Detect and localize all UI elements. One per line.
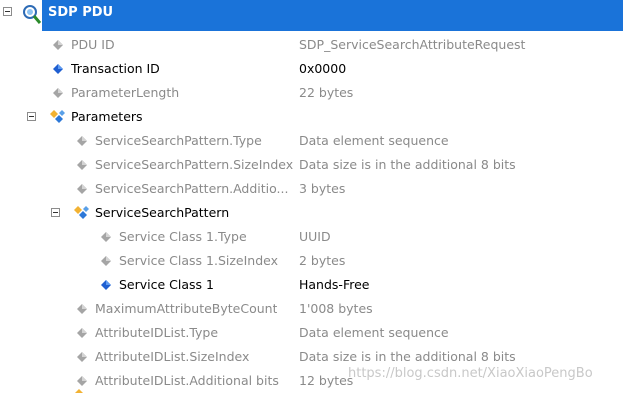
tree-row-service-class-sizeindex[interactable]: Service Class 1.SizeIndex 2 bytes [0, 249, 623, 273]
header-underline [42, 28, 623, 31]
tree-row-service-search-pattern[interactable]: ServiceSearchPattern [0, 201, 623, 225]
row-name: Service Class 1 [119, 277, 214, 292]
row-value: Data element sequence [299, 325, 449, 340]
field-diamond-icon [77, 184, 87, 194]
row-name: AttributeIDList.SizeIndex [95, 349, 250, 364]
field-diamond-icon [53, 64, 63, 74]
row-name: ServiceSearchPattern.SizeIndex [95, 157, 294, 172]
tree-row-ssp-type[interactable]: ServiceSearchPattern.Type Data element s… [0, 129, 623, 153]
tree-row-parameter-length[interactable]: ParameterLength 22 bytes [0, 81, 623, 105]
field-diamond-icon [77, 328, 87, 338]
row-value: Data size is in the additional 8 bits [299, 157, 516, 172]
tree-row-ssp-sizeindex[interactable]: ServiceSearchPattern.SizeIndex Data size… [0, 153, 623, 177]
row-name: ServiceSearchPattern [95, 205, 230, 220]
field-diamond-icon [101, 280, 111, 290]
row-name: Parameters [71, 109, 143, 124]
field-diamond-icon [77, 304, 87, 314]
row-name: Service Class 1.Type [119, 229, 247, 244]
field-diamond-icon [53, 40, 63, 50]
row-value: Hands-Free [299, 277, 370, 292]
row-value: 3 bytes [299, 181, 346, 196]
row-name: ServiceSearchPattern.Type [95, 133, 262, 148]
row-value: 22 bytes [299, 85, 354, 100]
group-icon [74, 206, 89, 219]
tree-row-ssp-additional[interactable]: ServiceSearchPattern.Additio... 3 bytes [0, 177, 623, 201]
collapse-toggle[interactable] [3, 7, 12, 16]
field-diamond-icon [77, 136, 87, 146]
collapse-toggle[interactable] [51, 208, 60, 217]
row-value: 1'008 bytes [299, 301, 373, 316]
row-value: 12 bytes [299, 373, 354, 388]
row-name: AttributeIDList.Type [95, 325, 219, 340]
row-value: 2 bytes [299, 253, 346, 268]
tree-row-attribute-idlist-type[interactable]: AttributeIDList.Type Data element sequen… [0, 321, 623, 345]
tree-row-pdu-id[interactable]: PDU ID SDP_ServiceSearchAttributeRequest [0, 33, 623, 57]
field-diamond-icon [101, 256, 111, 266]
tree-row-service-class-type[interactable]: Service Class 1.Type UUID [0, 225, 623, 249]
header-bar [42, 0, 623, 28]
header-row[interactable]: SDP PDU [0, 0, 623, 32]
field-diamond-icon [53, 88, 63, 98]
collapse-toggle[interactable] [27, 112, 36, 121]
watermark-text: https://blog.csdn.net/XiaoXiaoPengBo [348, 366, 593, 381]
field-diamond-icon [101, 232, 111, 242]
search-pdu-icon [23, 5, 42, 24]
row-name: MaximumAttributeByteCount [95, 301, 278, 316]
tree-row-transaction-id[interactable]: Transaction ID 0x0000 [0, 57, 623, 81]
tree-row-max-attribute-byte-count[interactable]: MaximumAttributeByteCount 1'008 bytes [0, 297, 623, 321]
group-icon [50, 110, 65, 123]
row-name: Service Class 1.SizeIndex [119, 253, 279, 268]
tree-row-service-class-1[interactable]: Service Class 1 Hands-Free [0, 273, 623, 297]
row-name: PDU ID [71, 37, 115, 52]
row-name: ServiceSearchPattern.Additio... [95, 181, 289, 196]
row-name: Transaction ID [71, 61, 160, 76]
header-title: SDP PDU [48, 5, 114, 20]
field-diamond-icon [77, 352, 87, 362]
row-value: 0x0000 [299, 61, 347, 76]
group-icon [75, 389, 83, 393]
field-diamond-icon [77, 160, 87, 170]
row-value: SDP_ServiceSearchAttributeRequest [299, 37, 526, 52]
row-value: UUID [299, 229, 331, 244]
row-name: AttributeIDList.Additional bits [95, 373, 279, 388]
tree-row-parameters[interactable]: Parameters [0, 105, 623, 129]
field-diamond-icon [77, 376, 87, 386]
row-value: Data size is in the additional 8 bits [299, 349, 516, 364]
row-name: ParameterLength [71, 85, 180, 100]
row-value: Data element sequence [299, 133, 449, 148]
